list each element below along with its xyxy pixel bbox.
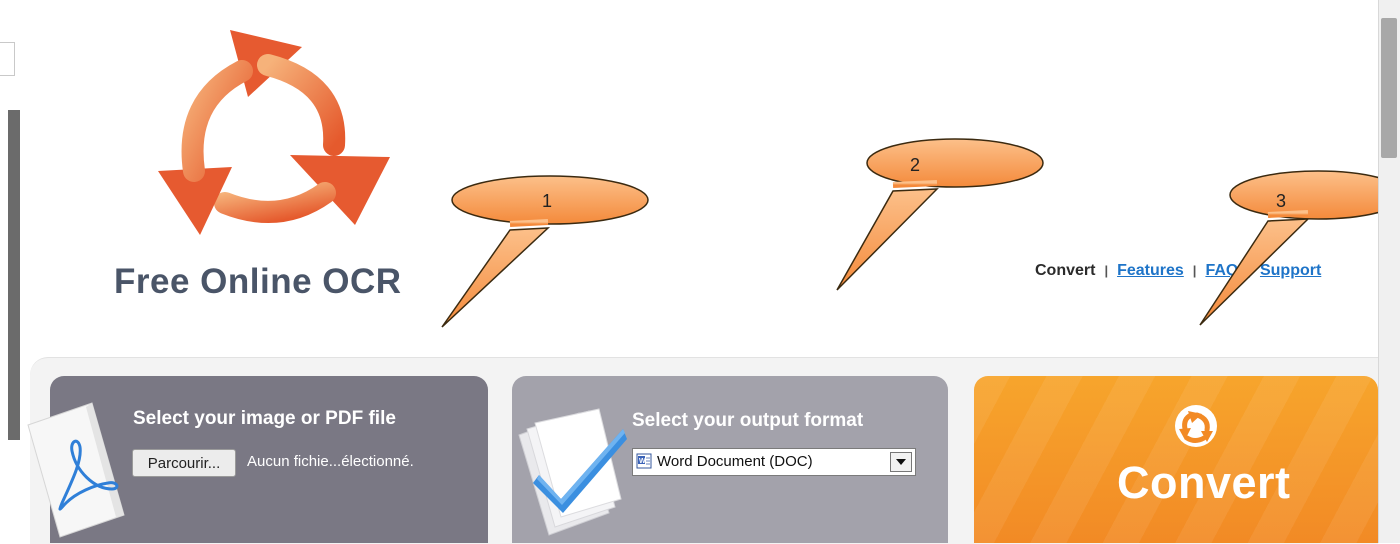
output-format-title: Select your output format xyxy=(632,410,864,431)
callout-number: 3 xyxy=(1276,191,1287,211)
convert-cycle-icon xyxy=(1175,405,1217,447)
scrollbar-thumb[interactable] xyxy=(1381,18,1397,158)
callout-number: 1 xyxy=(542,191,553,211)
pdf-file-icon xyxy=(27,402,125,538)
select-file-title: Select your image or PDF file xyxy=(133,408,396,429)
chevron-down-icon xyxy=(896,459,906,465)
callout-2 xyxy=(836,138,1044,291)
file-status-text: Aucun fichie...électionné. xyxy=(247,453,414,470)
browser-tab-edge xyxy=(0,42,15,76)
recycle-arrows-icon xyxy=(158,30,390,235)
word-doc-icon: W xyxy=(636,453,652,469)
callout-3 xyxy=(1199,170,1378,326)
select-dropdown-button[interactable] xyxy=(890,452,912,472)
nav-separator: | xyxy=(1192,263,1197,278)
nav-link-features[interactable]: Features xyxy=(1117,262,1184,279)
site-brand-title: Free Online OCR xyxy=(114,262,402,301)
documents-checkmark-icon xyxy=(518,408,627,536)
svg-text:W: W xyxy=(639,458,646,465)
output-format-select[interactable]: W Word Document (DOC) xyxy=(632,448,916,476)
convert-button-label: Convert xyxy=(1117,457,1291,508)
output-format-value: Word Document (DOC) xyxy=(657,453,813,470)
browser-side-bar xyxy=(8,110,20,440)
nav-separator: | xyxy=(1104,263,1109,278)
browse-button[interactable]: Parcourir... xyxy=(132,449,236,477)
callout-number: 2 xyxy=(910,155,921,175)
